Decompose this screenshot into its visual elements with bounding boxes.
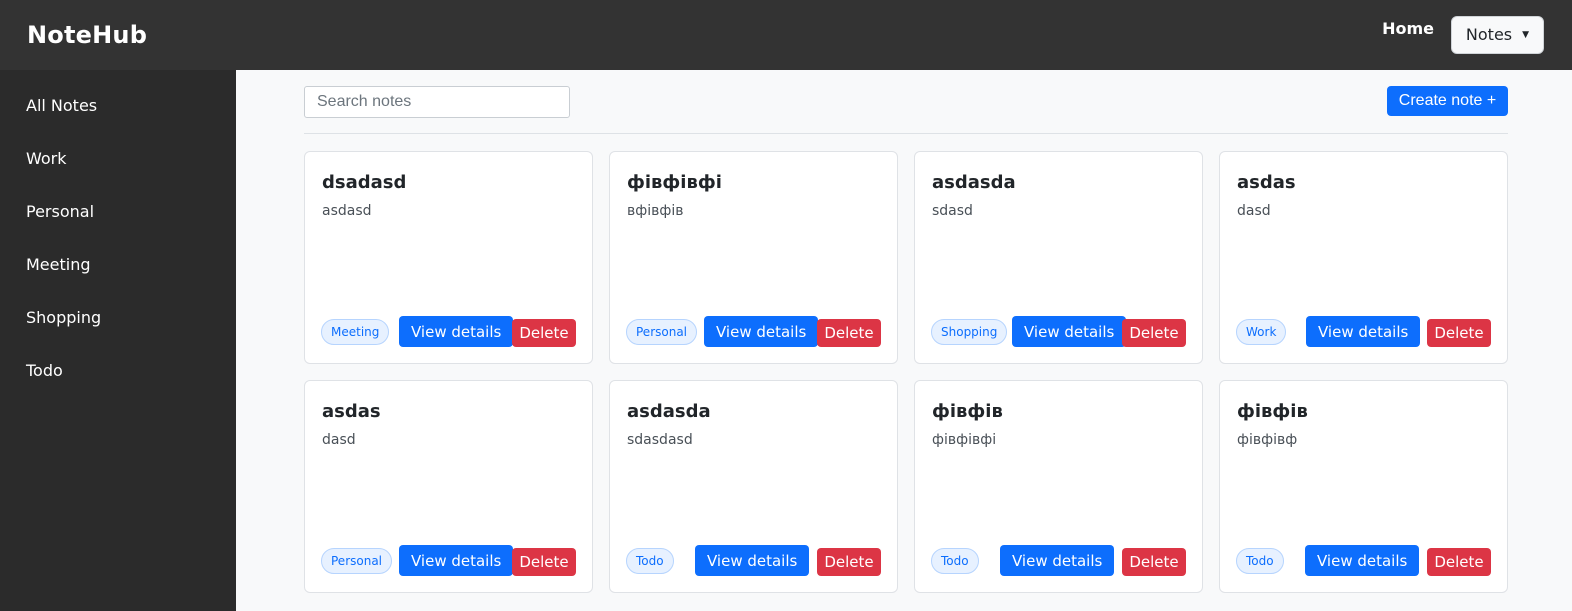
note-card: asdas dasd Work View details Delete (1219, 151, 1508, 364)
note-category-badge: Meeting (321, 319, 390, 345)
note-card: asdasda sdasdasd Todo View details Delet… (609, 380, 898, 593)
note-category-badge: Personal (321, 548, 393, 574)
sidebar-item-all-notes[interactable]: All Notes (26, 96, 97, 115)
view-details-button[interactable]: View details (1000, 545, 1115, 576)
view-details-button[interactable]: View details (704, 316, 819, 347)
delete-button[interactable]: Delete (817, 319, 881, 347)
home-link[interactable]: Home (1382, 19, 1434, 38)
view-details-button[interactable]: View details (1305, 545, 1420, 576)
delete-button[interactable]: Delete (817, 548, 881, 576)
delete-button[interactable]: Delete (1427, 319, 1491, 347)
sidebar: All Notes Work Personal Meeting Shopping… (0, 70, 236, 611)
note-category-badge: Todo (626, 548, 674, 574)
delete-button[interactable]: Delete (1122, 319, 1186, 347)
caret-down-icon: ▼ (1522, 29, 1530, 40)
note-category-badge: Work (1236, 319, 1287, 345)
note-title: asdas (1237, 172, 1296, 193)
note-content: фівфівфі (932, 432, 997, 448)
note-content: asdasd (322, 203, 372, 219)
top-nav-links: Home Notes ▼ (1382, 0, 1544, 70)
notes-dropdown-button[interactable]: Notes ▼ (1451, 15, 1544, 54)
note-category-badge: Personal (626, 319, 698, 345)
note-title: фівфів (1237, 401, 1308, 422)
main-content: Create note + dsadasd asdasd Meeting Vie… (236, 70, 1572, 611)
note-content: sdasdasd (627, 432, 693, 448)
sidebar-item-meeting[interactable]: Meeting (26, 255, 91, 274)
sidebar-item-todo[interactable]: Todo (26, 361, 63, 380)
create-note-button[interactable]: Create note + (1387, 86, 1508, 116)
sidebar-item-personal[interactable]: Personal (26, 202, 94, 221)
top-navbar: NoteHub Home Notes ▼ (0, 0, 1572, 70)
note-card: фівфів фівфівф Todo View details Delete (1219, 380, 1508, 593)
view-details-button[interactable]: View details (399, 545, 514, 576)
view-details-button[interactable]: View details (399, 316, 514, 347)
view-details-button[interactable]: View details (1012, 316, 1127, 347)
note-content: dasd (1237, 203, 1271, 219)
note-card: asdas dasd Personal View details Delete (304, 380, 593, 593)
note-title: фівфівфі (627, 172, 722, 193)
note-title: фівфів (932, 401, 1003, 422)
note-content: фівфівф (1237, 432, 1298, 448)
note-title: asdasda (627, 401, 711, 422)
note-category-badge: Todo (1236, 548, 1284, 574)
search-input[interactable] (304, 86, 570, 118)
note-title: dsadasd (322, 172, 407, 193)
sidebar-item-work[interactable]: Work (26, 149, 67, 168)
note-card: фівфів фівфівфі Todo View details Delete (914, 380, 1203, 593)
note-card: dsadasd asdasd Meeting View details Dele… (304, 151, 593, 364)
view-details-button[interactable]: View details (1306, 316, 1421, 347)
note-card: asdasda sdasd Shopping View details Dele… (914, 151, 1203, 364)
note-category-badge: Shopping (931, 319, 1008, 345)
note-category-badge: Todo (931, 548, 979, 574)
brand-logo[interactable]: NoteHub (27, 21, 147, 49)
note-title: asdasda (932, 172, 1016, 193)
delete-button[interactable]: Delete (1427, 548, 1491, 576)
delete-button[interactable]: Delete (512, 319, 576, 347)
note-content: вфівфів (627, 203, 684, 219)
notes-dropdown-label: Notes (1465, 25, 1513, 44)
delete-button[interactable]: Delete (1122, 548, 1186, 576)
note-content: sdasd (932, 203, 973, 219)
note-content: dasd (322, 432, 356, 448)
toolbar-divider (304, 133, 1508, 134)
sidebar-item-shopping[interactable]: Shopping (26, 308, 101, 327)
view-details-button[interactable]: View details (695, 545, 810, 576)
note-card: фівфівфі вфівфів Personal View details D… (609, 151, 898, 364)
note-title: asdas (322, 401, 381, 422)
delete-button[interactable]: Delete (512, 548, 576, 576)
